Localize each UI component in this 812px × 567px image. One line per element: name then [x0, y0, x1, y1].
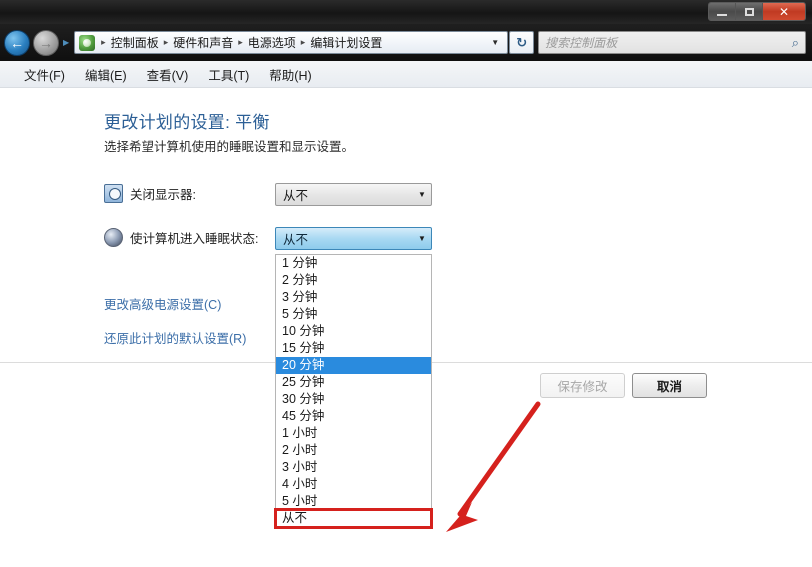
back-button[interactable]: ← [4, 29, 30, 56]
breadcrumb-item-edit-plan-settings[interactable]: 编辑计划设置 [308, 34, 384, 51]
search-icon: ⌕ [791, 34, 799, 50]
sleep-moon-icon [104, 228, 123, 247]
setting-row-turn-off-display: 关闭显示器: [104, 184, 196, 203]
dropdown-option[interactable]: 30 分钟 [276, 391, 431, 408]
setting-label-turn-off-display: 关闭显示器: [130, 188, 196, 202]
search-input[interactable]: 搜索控制面板 [545, 34, 792, 51]
chevron-down-icon: ▼ [418, 234, 426, 243]
close-icon: ✕ [778, 4, 790, 19]
setting-label-sleep: 使计算机进入睡眠状态: [130, 232, 259, 246]
dropdown-option[interactable]: 2 小时 [276, 442, 431, 459]
link-restore-plan-defaults[interactable]: 还原此计划的默认设置(R) [104, 328, 246, 347]
dropdown-option[interactable]: 20 分钟 [276, 357, 431, 374]
menu-item-help[interactable]: 帮助(H) [259, 62, 321, 87]
breadcrumb-separator-icon-3: ▸ [300, 37, 306, 47]
minimize-button[interactable] [709, 3, 736, 20]
title-bar: ✕ [0, 0, 812, 24]
page-title: 更改计划的设置: 平衡 [104, 113, 270, 132]
minimize-icon [717, 13, 727, 16]
power-options-window: ✕ ← → ▶ ▸ 控制面板 ▸ 硬件和声音 ▸ 电源选项 ▸ 编辑计划设置 ▼… [0, 0, 812, 567]
dropdown-option[interactable]: 1 分钟 [276, 255, 431, 272]
breadcrumb-item-hardware-sound[interactable]: 硬件和声音 [171, 34, 235, 51]
dropdown-option[interactable]: 5 小时 [276, 493, 431, 510]
cancel-button[interactable]: 取消 [632, 373, 707, 398]
combobox-sleep[interactable]: 从不 ▼ [275, 227, 432, 250]
breadcrumb-separator-icon-0: ▸ [101, 37, 106, 47]
search-box[interactable]: 搜索控制面板 ⌕ [538, 31, 806, 54]
maximize-button[interactable] [736, 3, 763, 20]
dropdown-option[interactable]: 5 分钟 [276, 306, 431, 323]
dropdown-option[interactable]: 3 分钟 [276, 289, 431, 306]
dropdown-option[interactable]: 25 分钟 [276, 374, 431, 391]
setting-row-sleep: 使计算机进入睡眠状态: [104, 228, 258, 247]
control-panel-icon [79, 34, 96, 51]
forward-arrow-icon: → [39, 34, 53, 51]
back-arrow-icon: ← [10, 34, 24, 51]
refresh-button[interactable]: ↻ [509, 31, 535, 54]
menu-item-edit[interactable]: 编辑(E) [75, 62, 137, 87]
dropdown-option[interactable]: 45 分钟 [276, 408, 431, 425]
menu-item-file[interactable]: 文件(F) [14, 62, 75, 87]
forward-button[interactable]: → [33, 29, 59, 56]
combobox-sleep-value: 从不 [283, 233, 309, 247]
page-subtitle: 选择希望计算机使用的睡眠设置和显示设置。 [104, 140, 355, 154]
breadcrumb-item-power-options[interactable]: 电源选项 [246, 34, 298, 51]
dropdown-option[interactable]: 15 分钟 [276, 340, 431, 357]
dropdown-list-sleep-options[interactable]: 1 分钟 2 分钟 3 分钟 5 分钟 10 分钟 15 分钟 20 分钟 25 分钟 30 分… [274, 254, 433, 529]
dropdown-option[interactable]: 2 分钟 [276, 272, 431, 289]
breadcrumb-separator-icon-1: ▸ [163, 37, 169, 47]
breadcrumb-separator-icon-2: ▸ [238, 37, 243, 47]
dropdown-option[interactable]: 从不 [274, 508, 433, 529]
dropdown-option[interactable]: 1 小时 [276, 425, 431, 442]
menu-item-view[interactable]: 查看(V) [137, 62, 199, 87]
dropdown-option[interactable]: 10 分钟 [276, 323, 431, 340]
maximize-icon [744, 7, 754, 16]
navigation-bar: ← → ▶ ▸ 控制面板 ▸ 硬件和声音 ▸ 电源选项 ▸ 编辑计划设置 ▼ ↻… [0, 24, 812, 61]
chevron-down-icon[interactable]: ▼ [487, 38, 505, 47]
dropdown-option[interactable]: 4 小时 [276, 476, 431, 493]
breadcrumb-item-control-panel[interactable]: 控制面板 [109, 34, 161, 51]
address-history-chevron-icon[interactable]: ▶ [63, 38, 69, 47]
chevron-down-icon: ▼ [418, 190, 426, 199]
window-controls: ✕ [708, 2, 806, 21]
address-bar[interactable]: ▸ 控制面板 ▸ 硬件和声音 ▸ 电源选项 ▸ 编辑计划设置 ▼ [74, 31, 509, 54]
monitor-icon [104, 184, 123, 203]
save-changes-button[interactable]: 保存修改 [540, 373, 625, 398]
close-button[interactable]: ✕ [763, 3, 805, 20]
dropdown-option[interactable]: 3 小时 [276, 459, 431, 476]
refresh-icon: ↻ [516, 34, 528, 50]
combobox-turn-off-display-value: 从不 [283, 189, 309, 203]
menu-bar: 文件(F) 编辑(E) 查看(V) 工具(T) 帮助(H) [0, 61, 812, 88]
menu-item-tools[interactable]: 工具(T) [198, 62, 259, 87]
link-change-advanced-power-settings[interactable]: 更改高级电源设置(C) [104, 294, 221, 313]
combobox-turn-off-display[interactable]: 从不 ▼ [275, 183, 432, 206]
